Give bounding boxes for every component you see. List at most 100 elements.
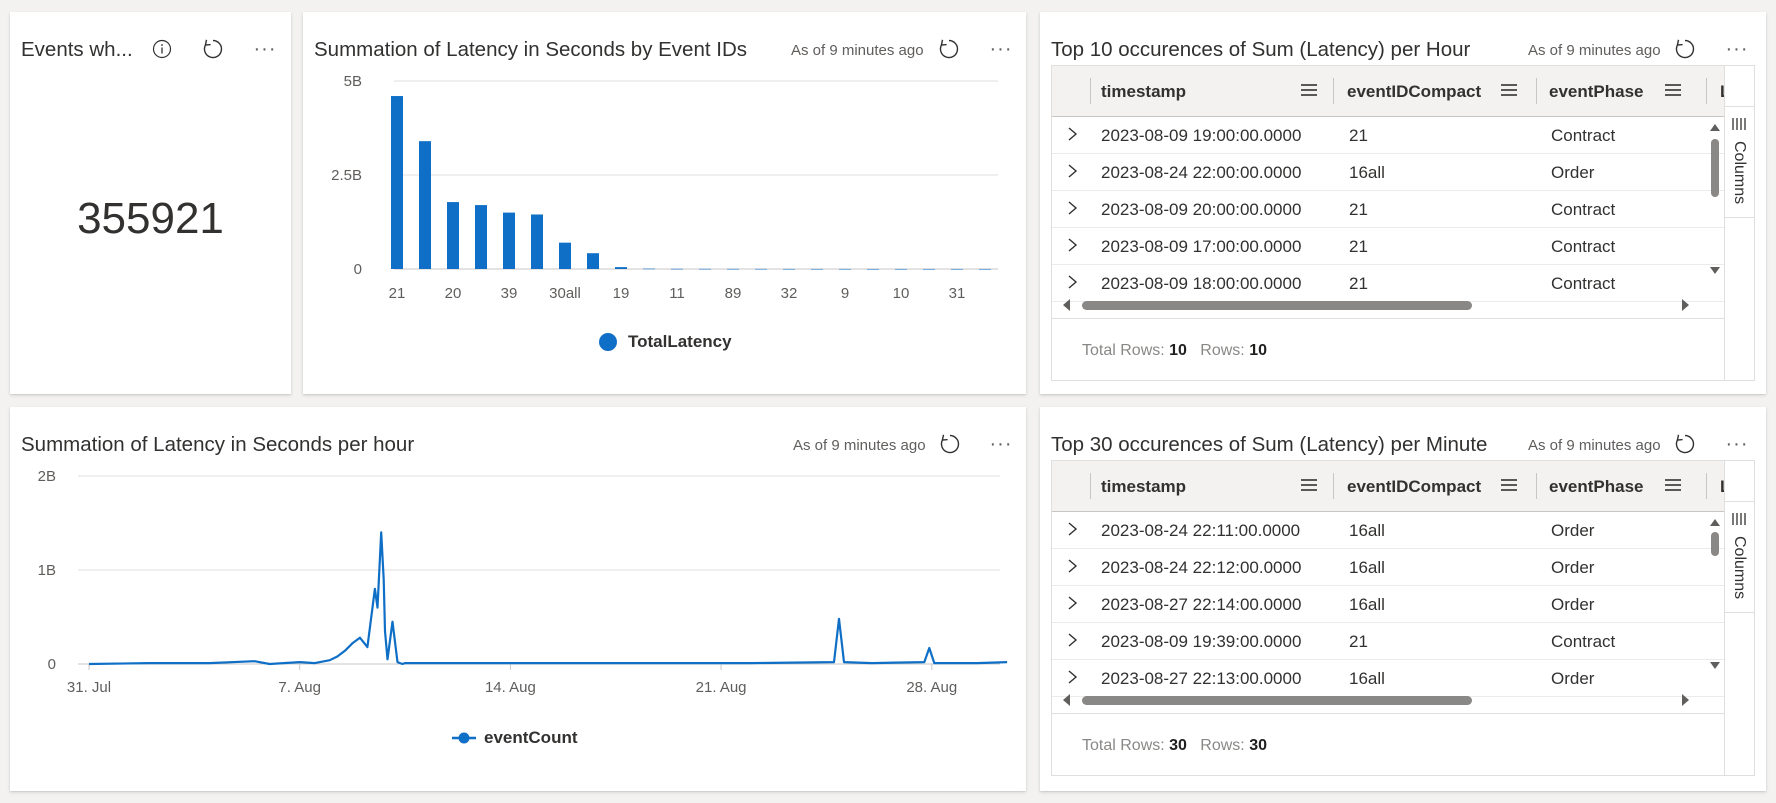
y-tick-label: 5B bbox=[344, 73, 362, 90]
x-tick-label: 9 bbox=[841, 285, 849, 302]
horizontal-scrollbar[interactable] bbox=[1052, 292, 1717, 318]
cell-eventphase: Order bbox=[1551, 558, 1595, 577]
more-icon[interactable]: ··· bbox=[1722, 34, 1752, 64]
x-tick-label: 31. Jul bbox=[67, 679, 111, 696]
bar bbox=[671, 268, 683, 270]
column-header-eventidcompact[interactable]: eventIDCompact bbox=[1347, 66, 1537, 117]
y-tick-label: 1B bbox=[38, 562, 56, 579]
columns-panel-tab[interactable]: Columns bbox=[1724, 501, 1754, 613]
column-header-eventphase[interactable]: eventPhase bbox=[1549, 66, 1709, 117]
x-tick-label: 32 bbox=[781, 285, 798, 302]
table-row[interactable]: 2023-08-24 22:11:00.0000 16all Order bbox=[1052, 512, 1724, 549]
chevron-right-icon[interactable] bbox=[1066, 125, 1078, 143]
table-row[interactable]: 2023-08-27 22:14:00.0000 16all Order bbox=[1052, 586, 1724, 623]
table-row[interactable]: 2023-08-09 20:00:00.0000 21 Contract bbox=[1052, 191, 1724, 228]
scroll-thumb bbox=[1711, 532, 1719, 556]
tile-top30-per-minute: Top 30 occurences of Sum (Latency) per M… bbox=[1040, 407, 1766, 791]
tile-title: Events wh... bbox=[21, 38, 133, 61]
vertical-scrollbar[interactable] bbox=[1706, 512, 1724, 687]
table-row[interactable]: 2023-08-24 22:00:00.0000 16all Order bbox=[1052, 154, 1724, 191]
cell-eventphase: Contract bbox=[1551, 237, 1616, 256]
total-rows-value: 10 bbox=[1169, 342, 1187, 359]
scroll-left-icon bbox=[1063, 694, 1070, 706]
chevron-right-icon[interactable] bbox=[1066, 557, 1078, 575]
more-icon[interactable]: ··· bbox=[1722, 429, 1752, 459]
refresh-icon[interactable] bbox=[1670, 429, 1700, 459]
cell-timestamp: 2023-08-24 22:00:00.0000 bbox=[1101, 163, 1302, 182]
horizontal-scrollbar[interactable] bbox=[1052, 687, 1717, 713]
x-tick-label: 14. Aug bbox=[485, 679, 536, 696]
x-tick-label: 7. Aug bbox=[278, 679, 321, 696]
bar bbox=[643, 268, 655, 270]
column-header-timestamp[interactable]: timestamp bbox=[1101, 66, 1339, 117]
cell-eventidcompact: 16all bbox=[1349, 595, 1385, 614]
chart-legend[interactable]: eventCount bbox=[452, 728, 578, 748]
columns-panel-icon bbox=[1732, 118, 1746, 130]
chevron-right-icon[interactable] bbox=[1066, 631, 1078, 649]
scroll-down-icon bbox=[1710, 267, 1720, 274]
bar bbox=[811, 268, 823, 270]
column-header-timestamp[interactable]: timestamp bbox=[1101, 461, 1339, 512]
x-tick-label: 21. Aug bbox=[696, 679, 747, 696]
bar bbox=[447, 202, 459, 269]
bar bbox=[895, 268, 907, 270]
grid-footer: Total Rows: 30 Rows: 30 bbox=[1082, 737, 1267, 754]
bar bbox=[587, 253, 599, 269]
cell-timestamp: 2023-08-24 22:11:00.0000 bbox=[1101, 521, 1301, 540]
chevron-right-icon[interactable] bbox=[1066, 236, 1078, 254]
table-row[interactable]: 2023-08-24 22:12:00.0000 16all Order bbox=[1052, 549, 1724, 586]
chevron-right-icon[interactable] bbox=[1066, 668, 1078, 686]
x-tick-label: 28. Aug bbox=[906, 679, 957, 696]
cell-eventidcompact: 16all bbox=[1349, 558, 1385, 577]
bar bbox=[531, 214, 543, 269]
legend-label: TotalLatency bbox=[628, 332, 732, 351]
column-menu-icon[interactable] bbox=[1301, 83, 1317, 97]
column-menu-icon[interactable] bbox=[1665, 478, 1681, 492]
x-tick-label: 11 bbox=[669, 285, 685, 302]
column-header-eventidcompact[interactable]: eventIDCompact bbox=[1347, 461, 1537, 512]
cell-eventidcompact: 21 bbox=[1349, 200, 1368, 219]
column-menu-icon[interactable] bbox=[1301, 478, 1317, 492]
bar bbox=[783, 268, 795, 270]
tile-events-count: Events wh... ··· 355921 bbox=[10, 12, 291, 394]
chart-legend[interactable]: TotalLatency bbox=[599, 332, 732, 352]
column-menu-icon[interactable] bbox=[1501, 478, 1517, 492]
x-tick-label: 20 bbox=[445, 285, 462, 302]
columns-panel-tab[interactable]: Columns bbox=[1724, 106, 1754, 218]
bar bbox=[979, 268, 991, 270]
bar bbox=[391, 96, 403, 269]
table-row[interactable]: 2023-08-09 19:39:00.0000 21 Contract bbox=[1052, 623, 1724, 660]
rows-value: 10 bbox=[1249, 342, 1267, 359]
table-row[interactable]: 2023-08-09 19:00:00.0000 21 Contract bbox=[1052, 117, 1724, 154]
refresh-icon[interactable] bbox=[198, 34, 228, 64]
scroll-thumb bbox=[1082, 696, 1472, 705]
column-header-eventphase[interactable]: eventPhase bbox=[1549, 461, 1709, 512]
cell-eventidcompact: 16all bbox=[1349, 669, 1385, 688]
cell-eventphase: Contract bbox=[1551, 274, 1616, 293]
x-tick-label: 30all bbox=[549, 285, 581, 302]
scroll-up-icon bbox=[1710, 519, 1720, 526]
chevron-right-icon[interactable] bbox=[1066, 520, 1078, 538]
cell-eventphase: Contract bbox=[1551, 126, 1616, 145]
column-menu-icon[interactable] bbox=[1665, 83, 1681, 97]
table-row[interactable]: 2023-08-09 17:00:00.0000 21 Contract bbox=[1052, 228, 1724, 265]
column-menu-icon[interactable] bbox=[1501, 83, 1517, 97]
chevron-right-icon[interactable] bbox=[1066, 594, 1078, 612]
refresh-icon[interactable] bbox=[1670, 34, 1700, 64]
vertical-scrollbar[interactable] bbox=[1706, 117, 1724, 292]
tile-title: Top 10 occurences of Sum (Latency) per H… bbox=[1051, 38, 1471, 61]
chevron-right-icon[interactable] bbox=[1066, 162, 1078, 180]
event-count-value: 355921 bbox=[77, 194, 224, 243]
total-rows-value: 30 bbox=[1169, 737, 1187, 754]
y-tick-label: 0 bbox=[354, 261, 362, 278]
more-icon[interactable]: ··· bbox=[250, 34, 280, 64]
chevron-right-icon[interactable] bbox=[1066, 273, 1078, 291]
bar bbox=[615, 267, 627, 269]
chevron-right-icon[interactable] bbox=[1066, 199, 1078, 217]
x-tick-label: 19 bbox=[613, 285, 630, 302]
asof-label: As of 9 minutes ago bbox=[1528, 437, 1661, 454]
info-icon[interactable] bbox=[147, 34, 177, 64]
x-tick-label: 10 bbox=[893, 285, 910, 302]
tile-latency-by-event-id: Summation of Latency in Seconds by Event… bbox=[303, 12, 1026, 394]
cell-eventphase: Contract bbox=[1551, 632, 1616, 651]
